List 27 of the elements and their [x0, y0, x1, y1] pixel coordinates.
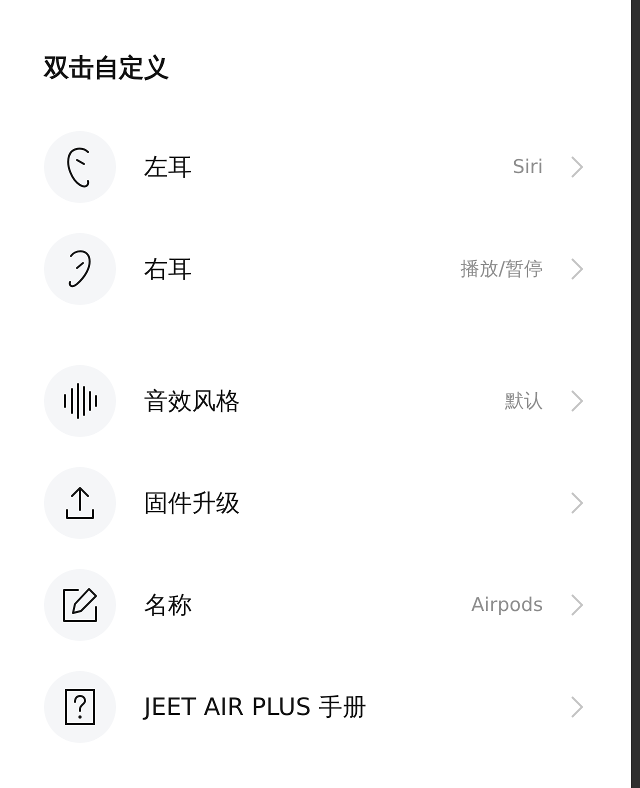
chevron-icon [571, 696, 583, 718]
chevron-icon [571, 492, 583, 514]
item-label: 音效风格 [144, 386, 240, 417]
settings-item[interactable]: 音效风格 默认 [44, 350, 631, 452]
chevron-icon [571, 156, 583, 178]
sound-wave-icon [63, 383, 97, 419]
upload-icon [65, 486, 95, 520]
item-label: JEET AIR PLUS 手册 [144, 692, 367, 723]
item-value: 默认 [505, 388, 543, 414]
item-label: 名称 [144, 590, 192, 621]
settings-item[interactable]: 固件升级 [44, 452, 631, 554]
chevron-icon [571, 594, 583, 616]
item-value: 播放/暂停 [460, 256, 543, 282]
settings-item[interactable]: JEET AIR PLUS 手册 [44, 656, 631, 758]
settings-item[interactable]: 左耳 Siri [44, 116, 631, 218]
item-label: 左耳 [144, 152, 192, 183]
item-label: 固件升级 [144, 488, 240, 519]
item-value: Airpods [471, 592, 543, 618]
item-value: Siri [512, 154, 543, 180]
section-title: 双击自定义 [44, 52, 169, 84]
settings-item[interactable]: 右耳 播放/暂停 [44, 218, 631, 320]
help-icon [65, 689, 95, 725]
edit-icon [62, 587, 98, 623]
item-label: 右耳 [144, 254, 192, 285]
settings-item[interactable]: 名称 Airpods [44, 554, 631, 656]
chevron-icon [571, 390, 583, 412]
chevron-icon [571, 258, 583, 280]
